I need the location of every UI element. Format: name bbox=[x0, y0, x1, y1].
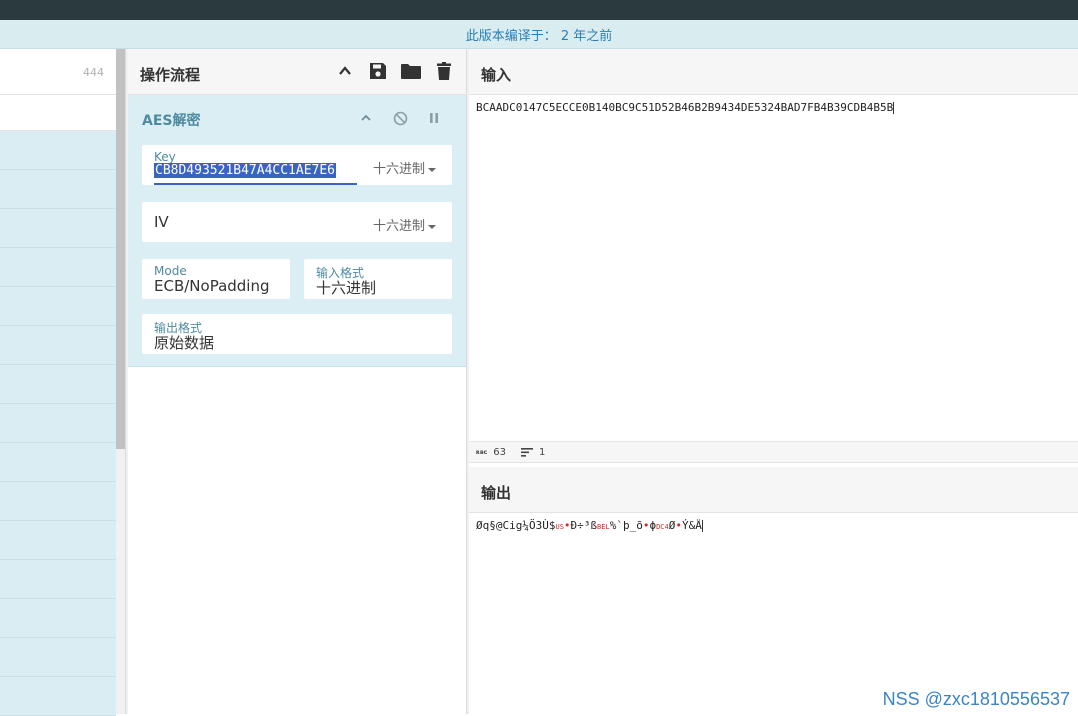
key-input[interactable]: CB8D493521B47A4CC1AE7E6 bbox=[154, 163, 336, 178]
operations-search-input[interactable] bbox=[0, 95, 116, 131]
output-title: 输出 bbox=[481, 482, 511, 503]
operation-list-item[interactable] bbox=[0, 404, 116, 443]
text-cursor bbox=[893, 102, 894, 114]
pause-icon[interactable] bbox=[424, 108, 444, 128]
aes-decrypt-operation: AES解密 Key CB8D493521B47A4CC1AE7E6 十六进制 I… bbox=[128, 95, 466, 367]
operations-count: 444 bbox=[83, 66, 104, 79]
operation-list-item[interactable] bbox=[0, 482, 116, 521]
operation-list-item[interactable] bbox=[0, 599, 116, 638]
caret-down-icon bbox=[428, 225, 436, 229]
output-text: Ð÷³ß bbox=[571, 519, 598, 532]
mode-label: Mode bbox=[154, 264, 187, 278]
operation-list-item[interactable] bbox=[0, 170, 116, 209]
iv-format-dropdown[interactable]: 十六进制 bbox=[373, 215, 436, 234]
watermark: NSS @zxc1810556537 bbox=[883, 689, 1070, 710]
operation-list-item[interactable] bbox=[0, 287, 116, 326]
input-format-field[interactable]: 输入格式 十六进制 bbox=[304, 259, 452, 299]
operation-list-item[interactable] bbox=[0, 326, 116, 365]
output-text: %`þ_õ bbox=[610, 519, 643, 532]
operation-list-item[interactable] bbox=[0, 248, 116, 287]
input-title: 输入 bbox=[481, 64, 511, 85]
iv-field[interactable]: IV 十六进制 bbox=[142, 202, 452, 242]
input-textarea[interactable]: BCAADC0147C5ECCE0B140BC9C51D52B46B2B9434… bbox=[476, 101, 894, 114]
operations-header: 444 bbox=[0, 49, 116, 95]
output-value: Øq§@Cig¼Ö3Ù$US•Ð÷³ßBEL%`þ_õ•ϕDC4Ø•Ý&Ä bbox=[476, 519, 702, 532]
operation-list-item[interactable] bbox=[0, 638, 116, 677]
operation-list-item[interactable] bbox=[0, 365, 116, 404]
window-top-bar bbox=[0, 0, 1078, 20]
caret-down-icon bbox=[428, 168, 436, 172]
operation-list-item[interactable] bbox=[0, 677, 116, 716]
key-focus-underline bbox=[154, 183, 357, 185]
input-value: BCAADC0147C5ECCE0B140BC9C51D52B46B2B9434… bbox=[476, 101, 893, 114]
operation-list-item[interactable] bbox=[0, 521, 116, 560]
input-length-value: 63 bbox=[493, 447, 506, 458]
input-format-value: 十六进制 bbox=[316, 277, 376, 298]
output-text: Ý&Ä bbox=[682, 519, 702, 532]
recipe-header: 操作流程 bbox=[128, 49, 466, 95]
input-header: 输入 bbox=[469, 49, 1078, 95]
chevron-up-icon[interactable] bbox=[335, 61, 355, 81]
iv-format-value: 十六进制 bbox=[373, 219, 425, 234]
mode-value: ECB/NoPadding bbox=[154, 277, 284, 295]
output-text: Øq§@Cig¼Ö3Ù$ bbox=[476, 519, 555, 532]
lines-icon bbox=[521, 448, 533, 457]
special-char: • bbox=[675, 519, 682, 532]
operation-title: AES解密 bbox=[142, 110, 200, 130]
version-banner: 此版本编译于： 2 年之前 bbox=[0, 20, 1078, 49]
version-banner-text: 此版本编译于： 2 年之前 bbox=[466, 25, 613, 44]
output-header: 输出 bbox=[469, 467, 1078, 513]
folder-icon[interactable] bbox=[401, 61, 421, 81]
special-char: • bbox=[564, 519, 571, 532]
operation-list-item[interactable] bbox=[0, 560, 116, 599]
key-format-value: 十六进制 bbox=[373, 162, 425, 177]
key-format-dropdown[interactable]: 十六进制 bbox=[373, 158, 436, 177]
operations-list bbox=[0, 131, 116, 716]
iv-label: IV bbox=[154, 213, 169, 231]
save-icon[interactable] bbox=[368, 61, 388, 81]
operations-panel: 444 bbox=[0, 49, 116, 714]
input-status-bar: ʀʙᴄ 63 1 bbox=[469, 441, 1078, 463]
text-cursor bbox=[702, 520, 703, 532]
operation-list-item[interactable] bbox=[0, 131, 116, 170]
control-char: DC4 bbox=[656, 523, 669, 531]
key-label: Key bbox=[154, 150, 176, 164]
output-format-field[interactable]: 输出格式 原始数据 bbox=[142, 314, 452, 354]
disable-icon[interactable] bbox=[390, 108, 410, 128]
control-char: BEL bbox=[597, 523, 610, 531]
input-length: ʀʙᴄ 63 bbox=[476, 447, 506, 458]
input-lines: 1 bbox=[521, 447, 545, 458]
abc-icon: ʀʙᴄ bbox=[476, 449, 487, 456]
input-lines-value: 1 bbox=[539, 447, 545, 458]
operation-list-item[interactable] bbox=[0, 443, 116, 482]
scrollbar-thumb[interactable] bbox=[116, 49, 125, 449]
recipe-panel: 操作流程 AES解密 bbox=[128, 49, 466, 714]
chevron-up-icon[interactable] bbox=[356, 108, 376, 128]
output-textarea[interactable]: Øq§@Cig¼Ö3Ù$US•Ð÷³ßBEL%`þ_õ•ϕDC4Ø•Ý&Ä bbox=[476, 519, 703, 532]
trash-icon[interactable] bbox=[434, 61, 454, 81]
operation-list-item[interactable] bbox=[0, 209, 116, 248]
key-field[interactable]: Key CB8D493521B47A4CC1AE7E6 十六进制 bbox=[142, 145, 452, 185]
mode-field[interactable]: Mode ECB/NoPadding bbox=[142, 259, 290, 299]
operations-scrollbar[interactable] bbox=[116, 49, 125, 714]
key-value: CB8D493521B47A4CC1AE7E6 bbox=[154, 163, 336, 178]
control-char: US bbox=[555, 523, 563, 531]
output-format-value: 原始数据 bbox=[154, 332, 214, 353]
io-panel: 输入 BCAADC0147C5ECCE0B140BC9C51D52B46B2B9… bbox=[469, 49, 1078, 714]
recipe-title: 操作流程 bbox=[140, 64, 200, 85]
